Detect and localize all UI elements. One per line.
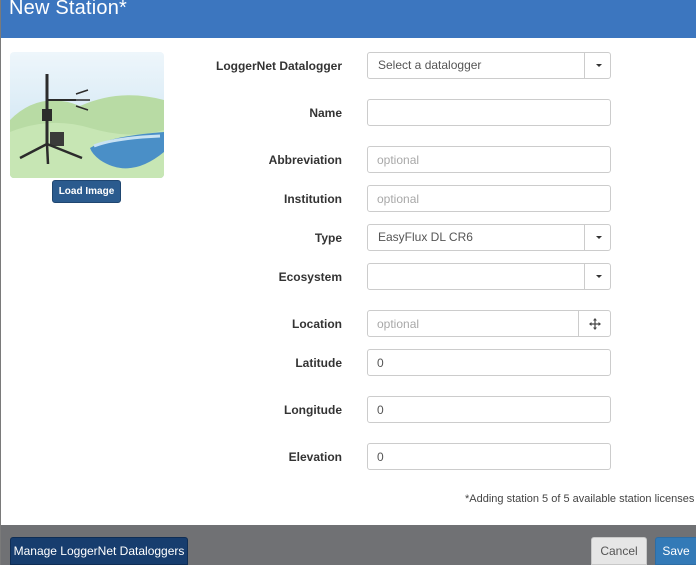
crosshair-move-icon xyxy=(589,318,601,330)
latitude-label: Latitude xyxy=(295,356,342,370)
dialog-title: New Station* xyxy=(9,0,128,19)
caret-down-icon xyxy=(596,275,602,278)
longitude-input[interactable] xyxy=(367,396,611,423)
datalogger-select[interactable]: Select a datalogger xyxy=(367,52,611,79)
dialog-footer: Manage LoggerNet Dataloggers Cancel Save xyxy=(1,525,696,565)
type-dropdown-toggle[interactable] xyxy=(584,225,610,250)
type-label: Type xyxy=(314,231,342,245)
name-label: Name xyxy=(309,106,342,120)
ecosystem-select[interactable] xyxy=(367,263,611,290)
type-select-value: EasyFlux DL CR6 xyxy=(378,230,473,244)
institution-label: Institution xyxy=(284,192,342,206)
cancel-button[interactable]: Cancel xyxy=(591,537,647,565)
new-station-dialog: New Station* Load Image LoggerNet Datalo… xyxy=(0,0,696,565)
caret-down-icon xyxy=(596,64,602,67)
station-image xyxy=(10,52,164,178)
name-input[interactable] xyxy=(367,99,611,126)
elevation-input[interactable] xyxy=(367,443,611,470)
institution-input[interactable] xyxy=(367,185,611,212)
load-image-button[interactable]: Load Image xyxy=(52,180,121,203)
location-input-group xyxy=(367,310,611,337)
ecosystem-dropdown-toggle[interactable] xyxy=(584,264,610,289)
location-label: Location xyxy=(292,317,342,331)
ecosystem-label: Ecosystem xyxy=(278,270,342,284)
datalogger-label: LoggerNet Datalogger xyxy=(215,59,342,73)
longitude-label: Longitude xyxy=(284,403,342,417)
abbreviation-label: Abbreviation xyxy=(268,153,342,167)
datalogger-select-value: Select a datalogger xyxy=(378,58,482,72)
save-button[interactable]: Save xyxy=(655,537,696,565)
elevation-label: Elevation xyxy=(288,450,342,464)
manage-dataloggers-button[interactable]: Manage LoggerNet Dataloggers xyxy=(10,537,188,565)
title-bar: New Station* xyxy=(1,0,696,38)
latitude-input[interactable] xyxy=(367,349,611,376)
station-illustration-icon xyxy=(10,52,164,178)
caret-down-icon xyxy=(596,236,602,239)
type-select[interactable]: EasyFlux DL CR6 xyxy=(367,224,611,251)
abbreviation-input[interactable] xyxy=(367,146,611,173)
locate-on-map-button[interactable] xyxy=(578,310,611,337)
location-input[interactable] xyxy=(367,310,579,337)
license-note: *Adding station 5 of 5 available station… xyxy=(465,493,695,505)
datalogger-dropdown-toggle[interactable] xyxy=(584,53,610,78)
